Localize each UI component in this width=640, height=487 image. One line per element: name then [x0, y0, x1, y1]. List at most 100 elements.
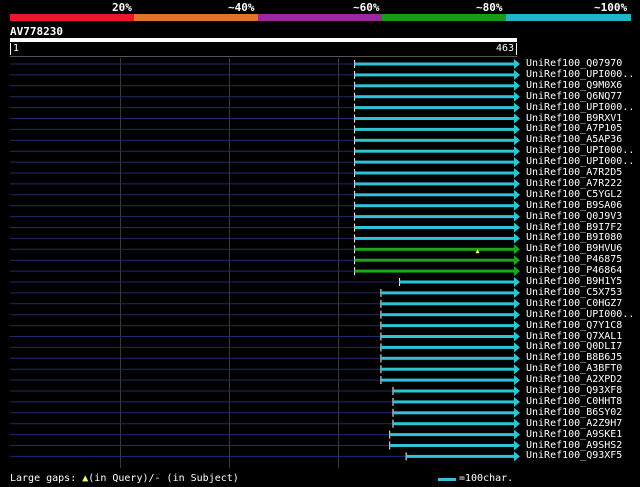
hit-arrow-icon: [514, 396, 520, 407]
hit-arrow-icon: [514, 429, 520, 440]
hit-arrow-icon: [514, 320, 520, 331]
hit-arrow-icon: [514, 277, 520, 287]
hit-label[interactable]: UniRef100_C5YGL2: [526, 189, 622, 200]
hit-arrow-icon: [514, 69, 520, 80]
hit-label[interactable]: UniRef100_A2Z9H7: [526, 418, 622, 429]
hit-label[interactable]: UniRef100_A2XPD2: [526, 374, 622, 385]
hit-arrow-icon: [514, 353, 520, 364]
hit-label[interactable]: UniRef100_Q0J9V3: [526, 211, 622, 222]
hit-label[interactable]: UniRef100_B9RXV1: [526, 113, 622, 124]
hit-bar: [354, 73, 515, 77]
hit-arrow-icon: [514, 59, 520, 69]
hit-bar: [354, 160, 515, 164]
hit-label[interactable]: UniRef100_Q93XF5: [526, 450, 622, 461]
hit-bar: [380, 356, 515, 360]
hit-bar: [392, 422, 515, 426]
hit-arrow-icon: [514, 266, 520, 277]
hit-arrow-icon: [514, 331, 520, 342]
hit-bar: [380, 313, 515, 317]
hit-label[interactable]: UniRef100_Q7XAL1: [526, 331, 622, 342]
hit-arrow-icon: [514, 168, 520, 178]
hit-label[interactable]: UniRef100_Q0DLI7: [526, 341, 622, 352]
hit-bar: [380, 291, 515, 295]
hit-label[interactable]: UniRef100_C0HHT8: [526, 396, 622, 407]
hit-label[interactable]: UniRef100_B9SA06: [526, 200, 622, 211]
hit-bar: [354, 236, 515, 240]
hit-label[interactable]: UniRef100_A9SHS2: [526, 440, 622, 451]
hit-bar: [354, 106, 515, 110]
hit-label[interactable]: UniRef100_C0HGZ7: [526, 298, 622, 309]
hit-label[interactable]: UniRef100_Q7Y1C8: [526, 320, 622, 331]
hit-bar: [392, 389, 515, 393]
hit-label[interactable]: UniRef100_A7P105: [526, 123, 622, 134]
hit-label[interactable]: UniRef100_Q93XF8: [526, 385, 622, 396]
hit-label[interactable]: UniRef100_B9H1Y5: [526, 276, 622, 287]
hit-bar: [354, 247, 515, 251]
hit-arrow-icon: [514, 375, 520, 386]
hit-arrow-icon: [514, 233, 520, 244]
hit-label[interactable]: UniRef100_A3BFT0: [526, 363, 622, 374]
hit-label[interactable]: UniRef100_B6SY02: [526, 407, 622, 418]
hit-label[interactable]: UniRef100_A5AP36: [526, 134, 622, 145]
hit-label[interactable]: UniRef100_UPI000..: [526, 69, 634, 80]
hit-label[interactable]: UniRef100_Q9M0X6: [526, 80, 622, 91]
hit-arrow-icon: [514, 364, 520, 375]
gap-legend-suffix: (in Query)/- (in Subject): [88, 473, 239, 484]
hit-bar: [389, 433, 515, 437]
hit-bar: [354, 127, 515, 131]
hit-bar: [392, 400, 515, 404]
hit-label[interactable]: UniRef100_A9SKE1: [526, 429, 622, 440]
hit-bar: [354, 204, 515, 208]
hit-label[interactable]: UniRef100_UPI000..: [526, 156, 634, 167]
hit-arrow-icon: [514, 255, 520, 266]
hit-arrow-icon: [514, 91, 520, 102]
hit-bar: [380, 324, 515, 328]
hit-arrow-icon: [514, 211, 520, 222]
hit-label[interactable]: UniRef100_B8B6J5: [526, 352, 622, 363]
hit-bar: [354, 258, 515, 262]
hit-label[interactable]: UniRef100_A7R222: [526, 178, 622, 189]
hit-arrow-icon: [514, 309, 520, 320]
hit-bar: [354, 193, 515, 197]
hit-arrow-icon: [514, 189, 520, 200]
hit-label[interactable]: UniRef100_B9I080: [526, 232, 622, 243]
hit-bar: [406, 454, 515, 458]
hit-arrow-icon: [514, 440, 520, 451]
hit-label[interactable]: UniRef100_UPI000..: [526, 309, 634, 320]
hit-label[interactable]: UniRef100_A7R2D5: [526, 167, 622, 178]
hit-bar: [354, 182, 515, 186]
hit-bar: [380, 367, 515, 371]
hit-label[interactable]: UniRef100_P46864: [526, 265, 622, 276]
hit-bar: [354, 171, 515, 175]
hit-label[interactable]: UniRef100_UPI000..: [526, 145, 634, 156]
hit-arrow-icon: [514, 200, 520, 211]
hit-arrow-icon: [514, 80, 520, 91]
hit-arrow-icon: [514, 287, 520, 298]
scale-key-bar: [438, 478, 456, 481]
hit-arrow-icon: [514, 451, 520, 462]
hit-arrow-icon: [514, 102, 520, 113]
hit-arrow-icon: [514, 298, 520, 309]
hit-label[interactable]: UniRef100_UPI000..: [526, 102, 634, 113]
hit-label[interactable]: UniRef100_B9I7F2: [526, 222, 622, 233]
hit-arrow-icon: [514, 157, 520, 168]
hit-arrow-icon: [514, 418, 520, 429]
gap-legend: Large gaps: ▲(in Query)/- (in Subject): [10, 473, 239, 485]
hit-label[interactable]: UniRef100_C5X753: [526, 287, 622, 298]
hit-bar: [354, 138, 515, 142]
hit-label[interactable]: UniRef100_Q07970: [526, 58, 622, 69]
hit-arrow-icon: [514, 178, 520, 189]
hit-label[interactable]: UniRef100_B9HVU6: [526, 243, 622, 254]
scale-key-label: =100char.: [459, 473, 514, 484]
hit-label[interactable]: UniRef100_P46875: [526, 254, 622, 265]
hit-bar: [354, 215, 515, 219]
hit-arrow-icon: [514, 244, 520, 255]
hit-arrow-icon: [514, 124, 520, 135]
hit-bar: [354, 95, 515, 99]
hit-bar: [354, 226, 515, 229]
hit-bar: [354, 117, 515, 120]
hit-bar: [380, 345, 515, 349]
hit-arrow-icon: [514, 222, 520, 233]
hit-label[interactable]: UniRef100_Q6NQ77: [526, 91, 622, 102]
hit-arrow-icon: [514, 113, 520, 124]
